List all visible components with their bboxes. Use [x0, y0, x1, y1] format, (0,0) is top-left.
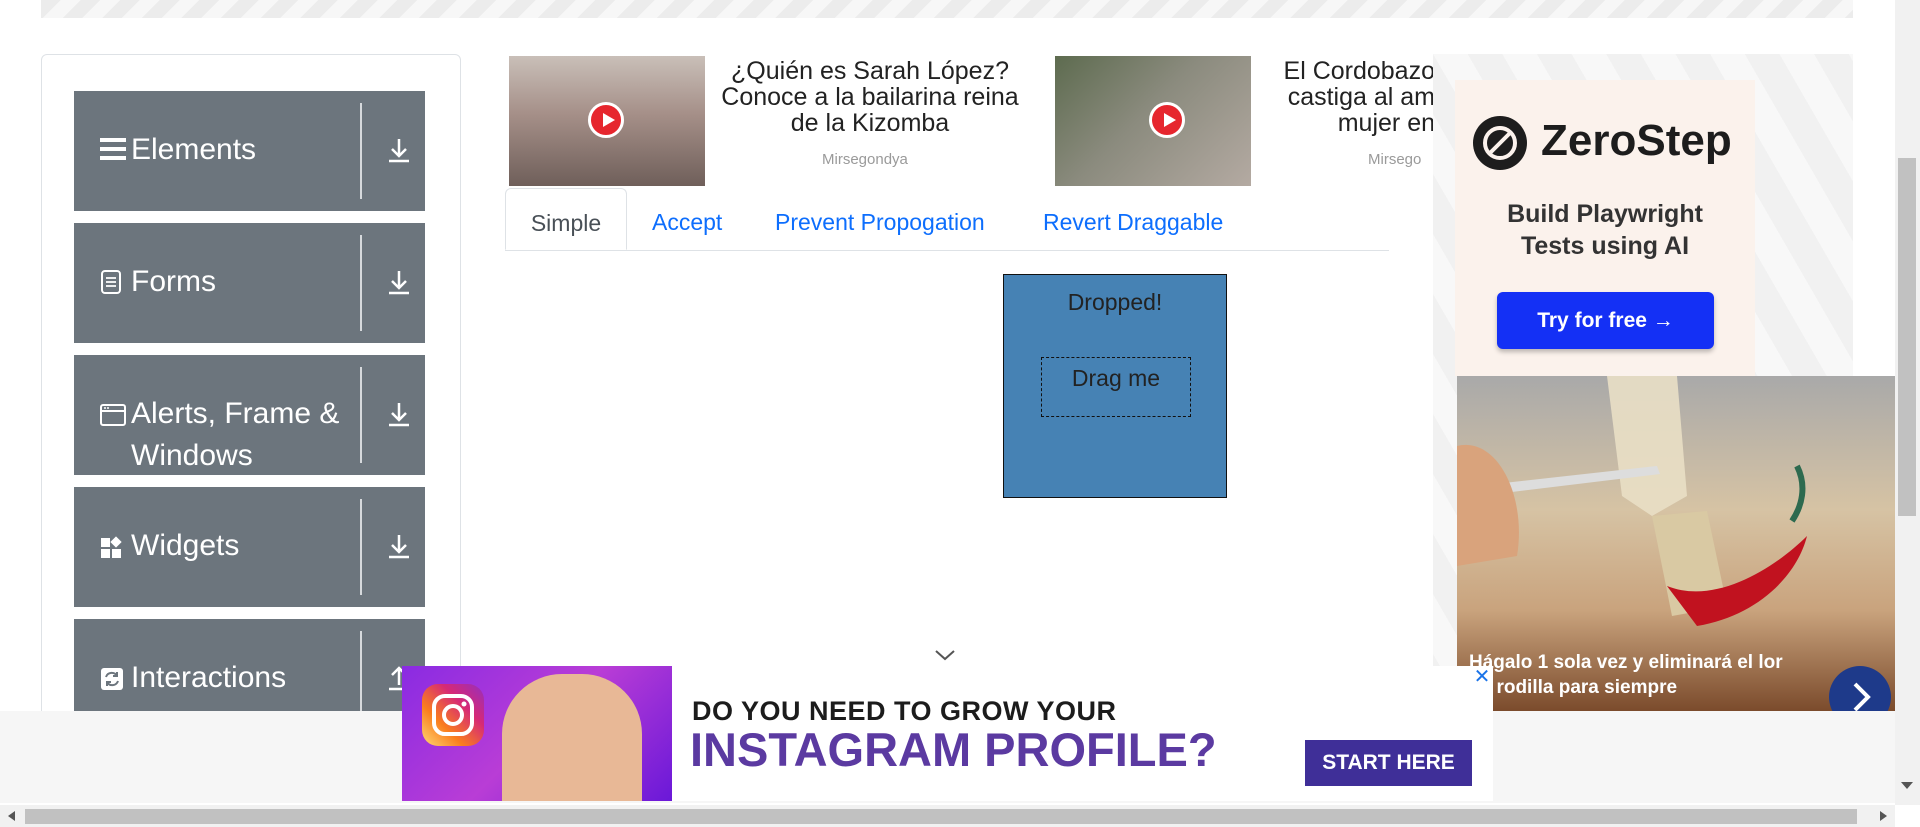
divider: [360, 499, 362, 595]
sidebar-group-widgets[interactable]: Widgets: [74, 487, 425, 607]
zerostep-tagline-line1: Build Playwright: [1507, 200, 1703, 228]
play-icon[interactable]: [1149, 102, 1185, 138]
tab-revert-draggable[interactable]: Revert Draggable: [1043, 188, 1223, 250]
sidebar-group-label: Forms: [131, 265, 216, 298]
zerostep-brand: ZeroStep: [1541, 116, 1732, 165]
ad-text-clip: El Cordobazo castiga al am mujer en Mirs…: [1260, 56, 1435, 186]
sidebar-group-label: Elements: [131, 133, 257, 166]
window-icon: [100, 403, 126, 432]
tab-prevent-propogation[interactable]: Prevent Propogation: [775, 188, 985, 250]
zerostep-tagline-line2: Tests using AI: [1520, 232, 1690, 260]
divider: [360, 235, 362, 331]
next-arrow-button[interactable]: [1829, 666, 1891, 711]
knee-ad-caption: Hágalo 1 sola vez y eliminará el lor de …: [1469, 652, 1783, 698]
tab-accept[interactable]: Accept: [652, 188, 722, 250]
knee-ad-image[interactable]: Hágalo 1 sola vez y eliminará el lor de …: [1457, 376, 1895, 711]
sidebar-group-elements[interactable]: Elements: [74, 91, 425, 211]
scroll-right-arrow-icon[interactable]: [1880, 811, 1887, 821]
divider: [360, 367, 362, 463]
interactions-icon: [100, 667, 124, 696]
woman-photo: [502, 674, 642, 801]
sidebar-group-forms[interactable]: Forms: [74, 223, 425, 343]
ad-source: Mirsego: [1368, 151, 1422, 168]
sidebar-group-label: Widgets: [131, 529, 240, 562]
ad-source: Mirsegondya: [822, 151, 908, 168]
chevron-down-icon[interactable]: [934, 648, 956, 662]
download-arrow-icon[interactable]: [384, 531, 414, 563]
hamburger-icon: [100, 137, 126, 166]
scroll-down-arrow-icon[interactable]: [1901, 782, 1913, 789]
horizontal-scrollbar[interactable]: [0, 805, 1895, 827]
sidebar-group-label: Interactions: [131, 661, 287, 694]
close-icon[interactable]: ✕: [1471, 666, 1493, 688]
ad-video-thumbnail[interactable]: [1055, 56, 1251, 186]
try-for-free-button[interactable]: Try for free →: [1497, 292, 1714, 349]
top-banner: [41, 0, 1853, 18]
document-icon: [100, 269, 122, 300]
vertical-scrollbar[interactable]: [1895, 0, 1920, 805]
ad-title[interactable]: El Cordobazo castiga al am mujer en: [1260, 58, 1435, 136]
zerostep-logo-icon: [1473, 116, 1527, 170]
sidebar-group-label: Alerts, Frame &: [131, 397, 340, 430]
droppable-target[interactable]: Dropped! Drag me: [1003, 274, 1227, 498]
tab-bar: Simple Accept Prevent Propogation Revert…: [505, 188, 1389, 251]
ad-title[interactable]: ¿Quién es Sarah López? Conoce a la baila…: [708, 58, 1032, 136]
draggable-item[interactable]: Drag me: [1041, 357, 1191, 417]
divider: [360, 103, 362, 199]
zerostep-tagline: Build Playwright Tests using AI: [1455, 198, 1755, 262]
instagram-logo-icon: [422, 684, 484, 746]
sidebar-group-label-line2: Windows: [131, 439, 253, 472]
vertical-scrollbar-thumb[interactable]: [1898, 158, 1916, 516]
ad-video-thumbnail[interactable]: [509, 56, 705, 186]
instagram-ad-subheadline: INSTAGRAM PROFILE?: [690, 723, 1217, 776]
tab-simple[interactable]: Simple: [505, 188, 627, 250]
play-icon[interactable]: [588, 102, 624, 138]
download-arrow-icon[interactable]: [384, 267, 414, 299]
horizontal-scrollbar-thumb[interactable]: [25, 809, 1857, 824]
widgets-icon: [100, 535, 124, 564]
drop-status-text: Dropped!: [1067, 289, 1163, 315]
chevron-right-icon: [1853, 682, 1871, 711]
start-here-button[interactable]: START HERE: [1305, 740, 1472, 786]
instagram-ad[interactable]: DO YOU NEED TO GROW YOUR INSTAGRAM PROFI…: [402, 666, 1493, 801]
sidebar-panel: Elements Forms Alerts, Frame & Windows W…: [41, 54, 461, 746]
instagram-ad-image: [402, 666, 672, 801]
zerostep-ad[interactable]: ZeroStep Build Playwright Tests using AI…: [1455, 80, 1755, 376]
scroll-left-arrow-icon[interactable]: [8, 811, 15, 821]
download-arrow-icon[interactable]: [384, 399, 414, 431]
sidebar-group-alerts[interactable]: Alerts, Frame & Windows: [74, 355, 425, 475]
download-arrow-icon[interactable]: [384, 135, 414, 167]
